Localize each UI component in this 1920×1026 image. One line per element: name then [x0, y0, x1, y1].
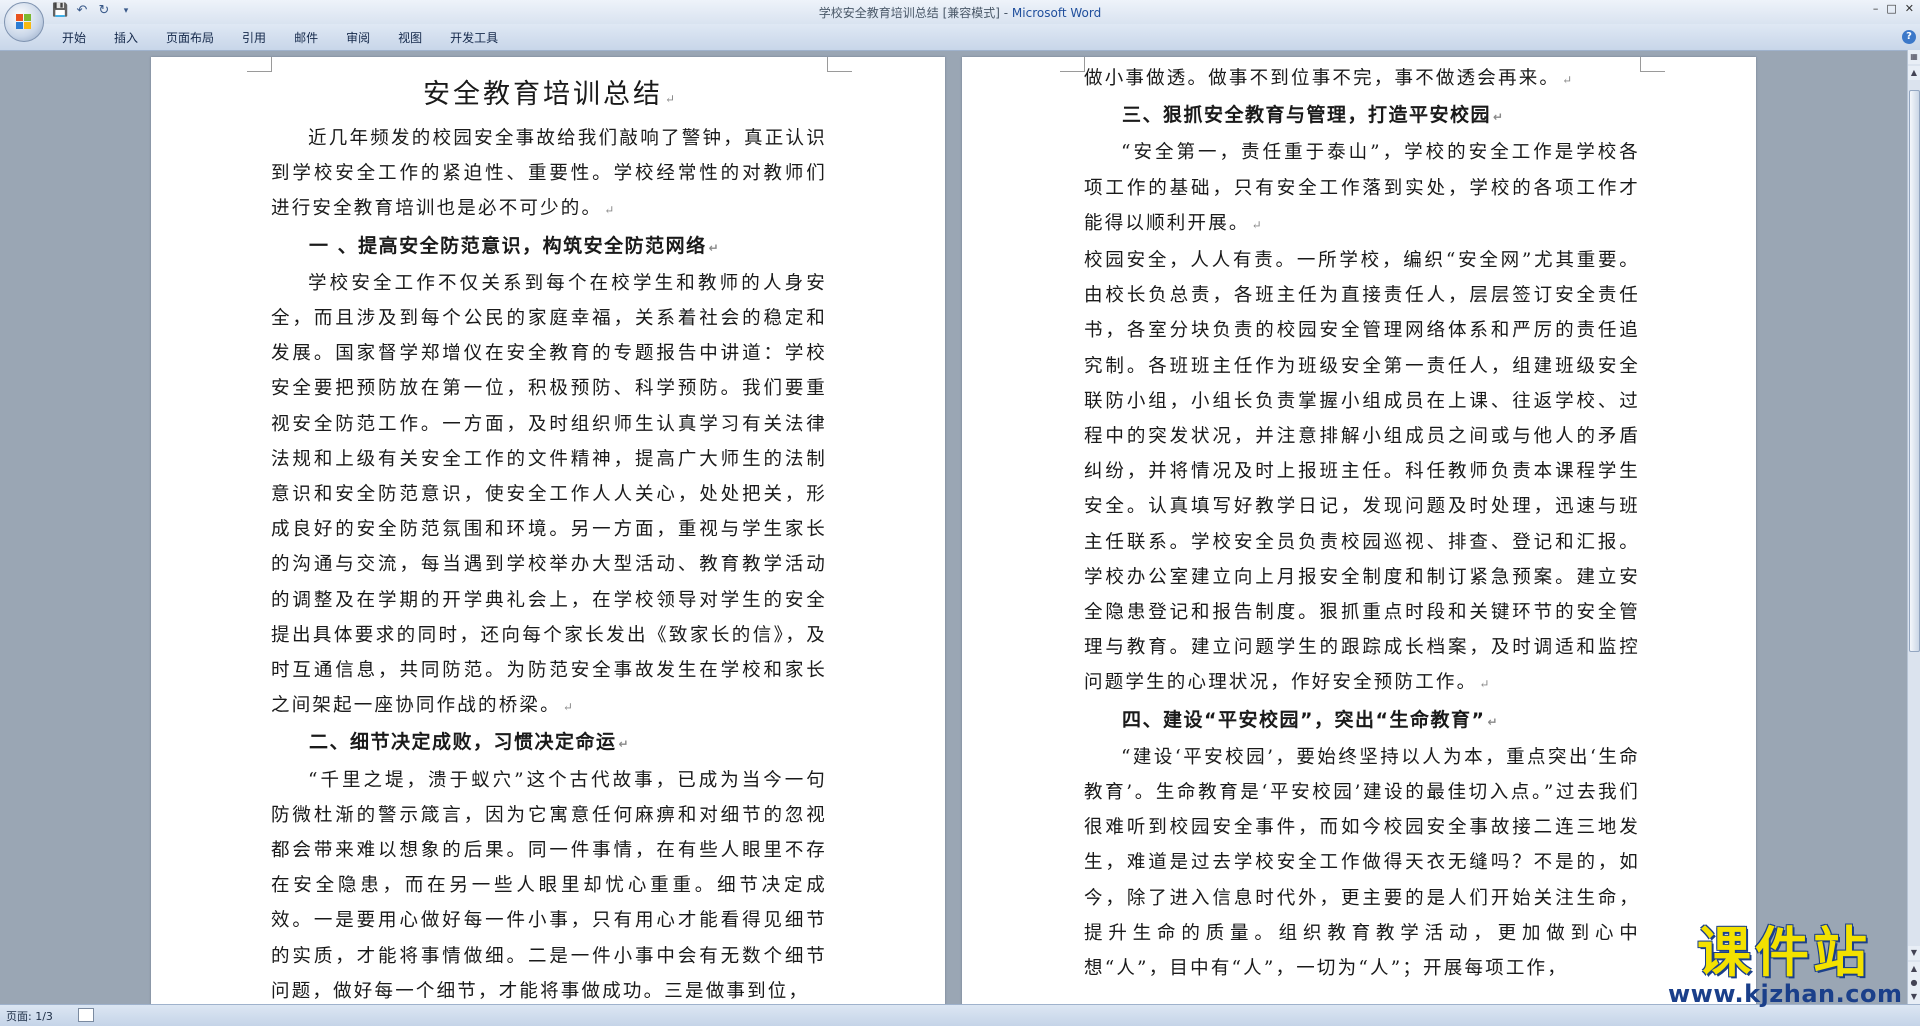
page-2[interactable]: 做小事做透。做事不到位事不完，事不做透会再来。 ↵ 三、狠抓安全教育与管理，打造平…	[962, 57, 1756, 1004]
tab-view[interactable]: 视图	[384, 29, 436, 46]
proofing-icon[interactable]	[78, 1008, 94, 1022]
ribbon-tab-bar: 开始 插入 页面布局 引用 邮件 审阅 视图 开发工具 ?	[0, 24, 1920, 51]
office-button[interactable]	[4, 2, 44, 42]
tab-page-layout[interactable]: 页面布局	[152, 29, 228, 46]
paragraph: 学校安全工作不仅关系到每个在校学生和教师的人身安全，而且涉及到每个公民的家庭幸福…	[271, 272, 827, 717]
scroll-down-icon[interactable]: ▼	[1908, 946, 1920, 960]
scroll-up-icon[interactable]: ▲	[1908, 66, 1920, 80]
scrollbar-thumb[interactable]	[1909, 90, 1920, 652]
document-area[interactable]: 安全教育培训总结 ↵ 近几年频发的校园安全事故给我们敲响了警钟，真正认识到学校安全…	[0, 51, 1908, 1004]
tab-insert[interactable]: 插入	[100, 29, 152, 46]
previous-page-icon[interactable]: ▲	[1908, 962, 1920, 976]
title-bar: 💾 ↶ ↻ ▾ 学校安全教育培训总结 [兼容模式] - Microsoft Wo…	[0, 0, 1920, 42]
paragraph: 近几年频发的校园安全事故给我们敲响了警钟，真正认识到学校安全工作的紧迫性、重要性…	[271, 128, 827, 220]
site-watermark: 课件站 www.kjzhan.com	[1668, 921, 1903, 1008]
paragraph: “安全第一，责任重于泰山”，学校的安全工作是学校各项工作的基础，只有安全工作落到…	[1084, 142, 1640, 234]
paragraph: “千里之堤，溃于蚁穴”这个古代故事，已成为当今一句防微杜渐的警示箴言，因为它寓意…	[271, 769, 827, 1002]
status-bar: 页面: 1/3	[0, 1004, 1920, 1026]
next-page-icon[interactable]: ▼	[1908, 990, 1920, 1004]
watermark-logo-text: 课件站	[1697, 921, 1871, 984]
vertical-scrollbar[interactable]: ▦ ▲ ▼ ▲ ● ▼	[1907, 50, 1920, 1004]
tab-home[interactable]: 开始	[48, 29, 100, 46]
section-heading: 三、狠抓安全教育与管理，打造平安校园 ↵	[1122, 104, 1504, 127]
page-1[interactable]: 安全教育培训总结 ↵ 近几年频发的校园安全事故给我们敲响了警钟，真正认识到学校安全…	[151, 57, 945, 1004]
office-logo-icon	[16, 14, 32, 30]
window-title: 学校安全教育培训总结 [兼容模式] - Microsoft Word	[0, 4, 1920, 21]
close-icon[interactable]: ✕	[1905, 2, 1914, 15]
tab-review[interactable]: 审阅	[332, 29, 384, 46]
watermark-url: www.kjzhan.com	[1668, 980, 1903, 1008]
page-counter[interactable]: 页面: 1/3	[6, 1008, 53, 1024]
crop-mark	[827, 57, 852, 72]
tab-references[interactable]: 引用	[228, 29, 280, 46]
minimize-icon[interactable]: –	[1873, 2, 1879, 15]
paragraph: 校园安全，人人有责。一所学校，编织“安全网”尤其重要。由校长负总责，各班主任为直…	[1084, 250, 1640, 694]
crop-mark	[1060, 57, 1085, 72]
page-2-content: 做小事做透。做事不到位事不完，事不做透会再来。 ↵ 三、狠抓安全教育与管理，打造平…	[1084, 61, 1640, 986]
document-title: 学校安全教育培训总结 [兼容模式] -	[818, 6, 1012, 20]
section-heading: 一 、提高安全防范意识，构筑安全防范网络 ↵	[309, 234, 719, 257]
restore-icon[interactable]: □	[1886, 2, 1896, 15]
crop-mark	[247, 57, 272, 72]
section-heading: 四、建设“平安校园”，突出“生命教育” ↵	[1122, 708, 1498, 731]
page-1-content: 安全教育培训总结 ↵ 近几年频发的校园安全事故给我们敲响了警钟，真正认识到学校安全…	[271, 73, 827, 1004]
document-title-heading: 安全教育培训总结 ↵	[422, 79, 676, 110]
ruler-toggle-icon[interactable]: ▦	[1908, 50, 1920, 64]
paragraph: “建设‘平安校园’，要始终坚持以人为本，重点突出‘生命教育’。生命教育是‘平安校…	[1084, 746, 1640, 980]
paragraph: 做小事做透。做事不到位事不完，事不做透会再来。 ↵	[1084, 68, 1573, 89]
window-controls: – □ ✕	[1873, 2, 1914, 15]
help-icon[interactable]: ?	[1902, 30, 1916, 44]
tab-mailings[interactable]: 邮件	[280, 29, 332, 46]
section-heading: 二、细节决定成败，习惯决定命运 ↵	[309, 731, 629, 754]
browse-object-icon[interactable]: ●	[1908, 976, 1920, 990]
tab-developer[interactable]: 开发工具	[436, 29, 512, 46]
crop-mark	[1640, 57, 1665, 72]
app-name: Microsoft Word	[1011, 6, 1102, 20]
